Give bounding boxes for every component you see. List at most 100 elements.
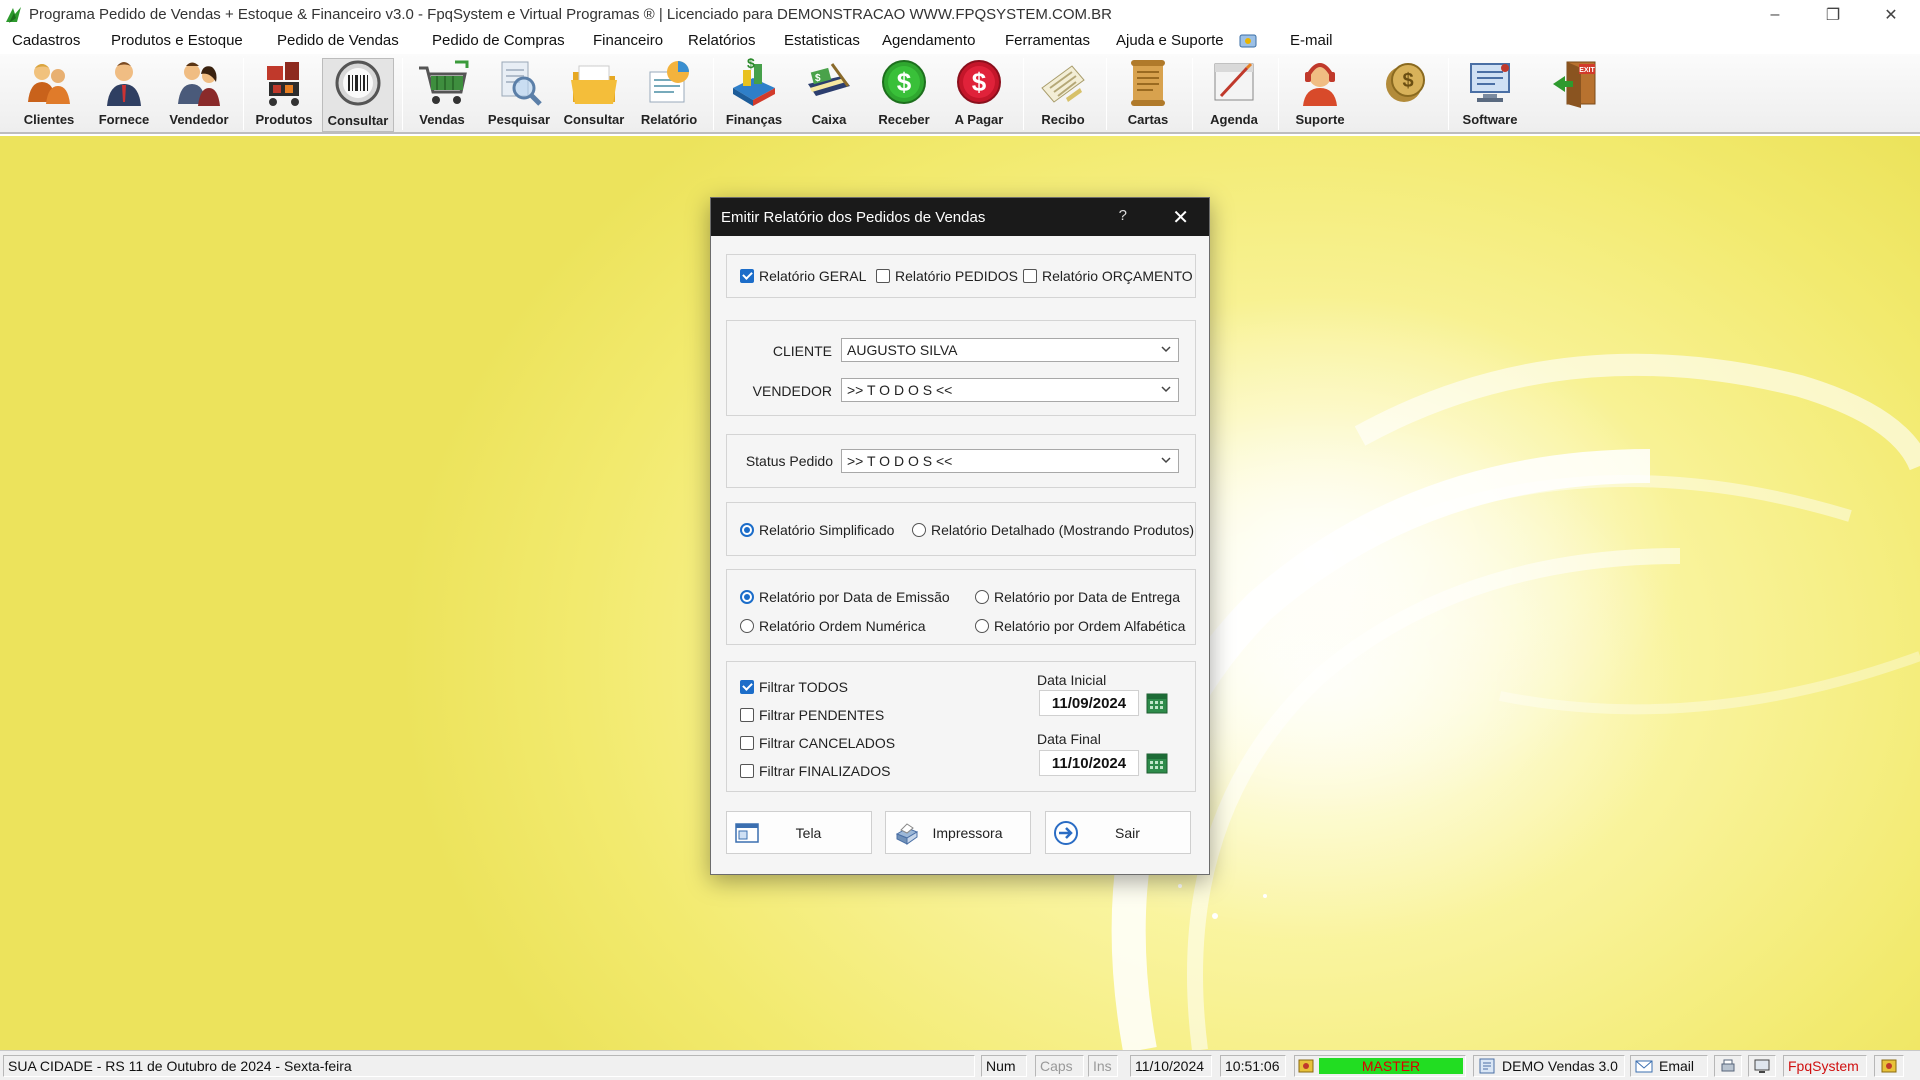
data-emissao-radio[interactable]: Relatório por Data de Emissão <box>740 589 950 605</box>
radio-unselected-icon <box>740 619 754 633</box>
keyboard-status-panel[interactable] <box>1748 1055 1776 1077</box>
location-date-panel: SUA CIDADE - RS 11 de Outubro de 2024 - … <box>3 1055 975 1077</box>
toolbar-vendas-button[interactable]: Vendas <box>406 58 478 132</box>
email-panel[interactable]: Email <box>1630 1055 1708 1077</box>
menu-ferramentas[interactable]: Ferramentas <box>1005 32 1090 49</box>
toolbar-fornece-button[interactable]: Fornece <box>88 58 160 132</box>
filters-dates-group: Filtrar TODOS Filtrar PENDENTES Filtrar … <box>726 661 1196 792</box>
menu-cadastros[interactable]: Cadastros <box>12 32 80 49</box>
menu-email[interactable]: E-mail <box>1290 32 1333 49</box>
menu-relatorios[interactable]: Relatórios <box>688 32 756 49</box>
radio-unselected-icon <box>912 523 926 537</box>
radio-selected-icon <box>740 590 754 604</box>
toolbar-agenda-button[interactable]: Agenda <box>1198 58 1270 132</box>
radio-unselected-icon <box>975 619 989 633</box>
calendar-icon[interactable] <box>1145 751 1169 775</box>
toolbar: Clientes Fornece Vendedor Produtos Consu… <box>0 54 1920 134</box>
calendar-icon[interactable] <box>1145 691 1169 715</box>
toolbar-receber-button[interactable]: $ Receber <box>868 58 940 132</box>
toolbar-coins-button[interactable]: $ <box>1370 58 1442 132</box>
restore-icon[interactable]: ❐ <box>1804 0 1862 29</box>
ordem-alfabetica-radio[interactable]: Relatório por Ordem Alfabética <box>975 618 1185 634</box>
data-inicial-label: Data Inicial <box>1037 672 1107 688</box>
receipt-icon <box>1041 65 1085 103</box>
toolbar-clientes-button[interactable]: Clientes <box>13 58 85 132</box>
radio-selected-icon <box>740 523 754 537</box>
ordem-numerica-radio[interactable]: Relatório Ordem Numérica <box>740 618 926 634</box>
toolbar-suporte-button[interactable]: Suporte <box>1284 58 1356 132</box>
toolbar-vendedor-button[interactable]: Vendedor <box>163 58 235 132</box>
toolbar-caixa-button[interactable]: $ Caixa <box>793 58 865 132</box>
filtrar-todos-checkbox[interactable]: Filtrar TODOS <box>740 679 848 695</box>
pay-icon: $ <box>957 60 1001 104</box>
toolbar-consultar-folder-button[interactable]: Consultar <box>558 58 630 132</box>
remote-support-icon[interactable] <box>1238 31 1258 51</box>
impressora-button[interactable]: Impressora <box>885 811 1031 854</box>
filtrar-cancelados-checkbox[interactable]: Filtrar CANCELADOS <box>740 735 895 751</box>
filtrar-pendentes-checkbox[interactable]: Filtrar PENDENTES <box>740 707 884 723</box>
menu-produtos-estoque[interactable]: Produtos e Estoque <box>111 32 243 49</box>
menu-ajuda-suporte[interactable]: Ajuda e Suporte <box>1116 32 1224 49</box>
menu-bar: Cadastros Produtos e Estoque Pedido de V… <box>0 29 1920 54</box>
brand-panel: FpqSystem <box>1783 1055 1867 1077</box>
toolbar-consultar-barcode-button[interactable]: Consultar <box>322 58 394 132</box>
toolbar-relatorio-button[interactable]: Relatório <box>633 58 705 132</box>
dialog-title-bar: Emitir Relatório dos Pedidos de Vendas ?… <box>711 198 1209 236</box>
checkbox-unchecked-icon <box>740 736 754 750</box>
letters-icon <box>1131 60 1165 106</box>
filtrar-finalizados-checkbox[interactable]: Filtrar FINALIZADOS <box>740 763 890 779</box>
status-pedido-select[interactable]: >> T O D O S << <box>841 449 1179 473</box>
finance-icon: $ <box>733 58 775 106</box>
data-final-label: Data Final <box>1037 731 1101 747</box>
time-panel: 10:51:06 <box>1220 1055 1286 1077</box>
coins-icon: $ <box>1386 63 1425 102</box>
supplier-icon <box>107 62 141 106</box>
relatorio-simplificado-radio[interactable]: Relatório Simplificado <box>740 522 894 538</box>
vendedor-label: VENDEDOR <box>752 383 832 399</box>
menu-agendamento[interactable]: Agendamento <box>882 32 975 49</box>
tela-button[interactable]: Tela <box>726 811 872 854</box>
checkbox-unchecked-icon <box>740 708 754 722</box>
close-icon[interactable]: ✕ <box>1862 0 1920 29</box>
menu-pedido-compras[interactable]: Pedido de Compras <box>432 32 565 49</box>
toolbar-financas-button[interactable]: $ Finanças <box>718 58 790 132</box>
app-version-icon <box>1479 1058 1495 1074</box>
folder-icon <box>571 65 617 104</box>
sair-button[interactable]: Sair <box>1045 811 1191 854</box>
menu-pedido-vendas[interactable]: Pedido de Vendas <box>277 32 399 49</box>
chevron-down-icon <box>1161 346 1171 353</box>
toolbar-software-button[interactable]: Software <box>1454 58 1526 132</box>
toolbar-apagar-button[interactable]: $ A Pagar <box>943 58 1015 132</box>
menu-financeiro[interactable]: Financeiro <box>593 32 663 49</box>
dialog-close-icon[interactable]: ✕ <box>1172 205 1189 230</box>
toolbar-produtos-button[interactable]: Produtos <box>248 58 320 132</box>
chevron-down-icon <box>1161 386 1171 393</box>
version-panel: DEMO Vendas 3.0 <box>1473 1055 1625 1077</box>
detail-level-group: Relatório Simplificado Relatório Detalha… <box>726 502 1196 556</box>
data-inicial-input[interactable]: 11/09/2024 <box>1039 690 1139 716</box>
menu-estatisticas[interactable]: Estatisticas <box>784 32 860 49</box>
status-bar: SUA CIDADE - RS 11 de Outubro de 2024 - … <box>0 1050 1920 1080</box>
cliente-select[interactable]: AUGUSTO SILVA <box>841 338 1179 362</box>
relatorio-pedidos-checkbox[interactable]: Relatório PEDIDOS <box>876 268 1018 284</box>
vendedor-select[interactable]: >> T O D O S << <box>841 378 1179 402</box>
help-icon[interactable]: ? <box>1119 207 1127 224</box>
user-badge: MASTER <box>1319 1058 1463 1074</box>
printer-status-panel[interactable] <box>1714 1055 1742 1077</box>
support-icon <box>1303 63 1337 106</box>
data-entrega-radio[interactable]: Relatório por Data de Entrega <box>975 589 1180 605</box>
window-title: Programa Pedido de Vendas + Estoque & Fi… <box>29 6 1112 23</box>
insert-indicator: Ins <box>1088 1055 1118 1077</box>
toolbar-pesquisar-button[interactable]: Pesquisar <box>483 58 555 132</box>
toolbar-recibo-button[interactable]: Recibo <box>1027 58 1099 132</box>
info-panel[interactable] <box>1874 1055 1904 1077</box>
report-type-group: Relatório GERAL Relatório PEDIDOS Relató… <box>726 254 1196 298</box>
toolbar-cartas-button[interactable]: Cartas <box>1112 58 1184 132</box>
relatorio-geral-checkbox[interactable]: Relatório GERAL <box>740 268 866 284</box>
relatorio-orcamento-checkbox[interactable]: Relatório ORÇAMENTO <box>1023 268 1193 284</box>
radio-unselected-icon <box>975 590 989 604</box>
minimize-icon[interactable]: – <box>1746 0 1804 29</box>
relatorio-detalhado-radio[interactable]: Relatório Detalhado (Mostrando Produtos) <box>912 522 1194 538</box>
toolbar-exit-button[interactable]: EXIT <box>1540 58 1612 132</box>
data-final-input[interactable]: 11/10/2024 <box>1039 750 1139 776</box>
